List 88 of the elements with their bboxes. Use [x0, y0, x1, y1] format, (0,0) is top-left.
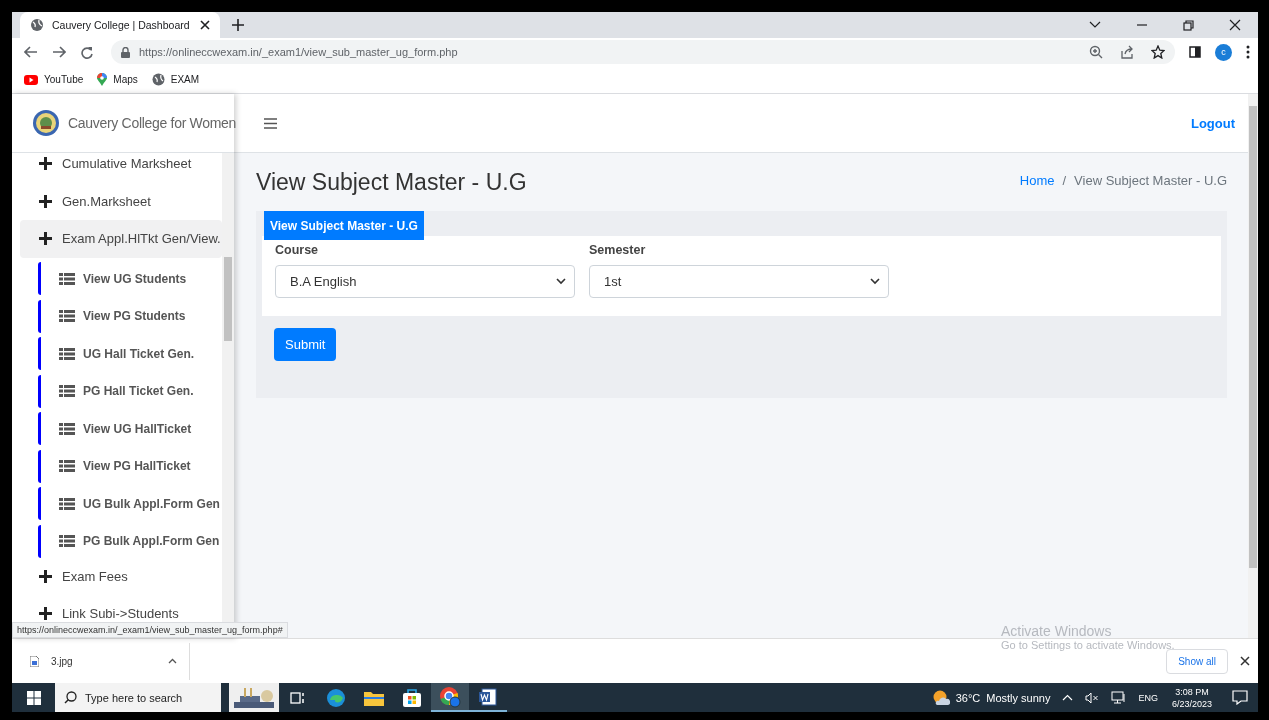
word-icon[interactable]: [479, 687, 497, 706]
submit-button[interactable]: Submit: [274, 328, 337, 361]
reload-icon[interactable]: [80, 45, 93, 59]
select-field[interactable]: 1st: [589, 265, 889, 298]
profile-avatar[interactable]: c: [1215, 43, 1232, 61]
chrome-icon[interactable]: [439, 685, 461, 708]
menu-icon[interactable]: [264, 117, 277, 129]
field-label: Course: [275, 243, 320, 257]
weather-text[interactable]: Mostly sunny: [986, 691, 1051, 704]
field-label: Semester: [589, 243, 647, 257]
menu-item[interactable]: Gen.Marksheet: [12, 182, 222, 220]
restore-icon[interactable]: [1183, 19, 1194, 31]
image-file-icon: [30, 655, 39, 667]
bookmark[interactable]: Maps: [97, 73, 138, 86]
breadcrumb-link[interactable]: Home: [1019, 173, 1055, 188]
list-icon: [59, 460, 75, 472]
list-icon: [59, 535, 75, 547]
forward-arrow-icon[interactable]: [52, 46, 66, 58]
address-bar[interactable]: https://onlineccwexam.in/_exam1/view_sub_master_ug_form.php: [111, 40, 1175, 64]
share-icon[interactable]: [1120, 45, 1134, 59]
page-title: View Subject Master - U.G: [256, 169, 527, 196]
chevron-down-icon: [870, 278, 880, 285]
plus-icon: [39, 157, 52, 171]
play-icon: [24, 74, 38, 85]
weather-sun-cloud-icon[interactable]: [931, 689, 950, 706]
back-arrow-icon[interactable]: [24, 46, 38, 58]
download-item[interactable]: 3.jpg: [12, 642, 190, 680]
select-field[interactable]: B.A English: [275, 265, 575, 298]
logout-link[interactable]: Logout: [1190, 115, 1235, 131]
speaker-muted-icon[interactable]: [1085, 691, 1100, 704]
list-icon: [59, 422, 75, 435]
breadcrumb-separator: /: [1062, 173, 1067, 188]
menu-item[interactable]: Cumulative Marksheet: [12, 153, 222, 183]
college-logo-icon: [32, 109, 60, 137]
globe-icon: [30, 18, 44, 32]
temperature[interactable]: 36°C: [955, 691, 981, 704]
folder-icon[interactable]: [364, 689, 384, 706]
plus-icon[interactable]: [232, 19, 244, 31]
plus-icon: [39, 232, 52, 246]
plus-icon: [39, 194, 52, 208]
star-icon[interactable]: [1151, 45, 1165, 59]
activation-text: Go to Settings to activate Windows.: [1001, 639, 1175, 651]
lock-icon: [121, 46, 130, 58]
list-icon: [59, 272, 75, 285]
windows-start-icon[interactable]: [27, 690, 41, 705]
task-view-icon[interactable]: [290, 690, 306, 705]
browser-tab[interactable]: Cauvery College | Dashboard: [20, 12, 220, 38]
bookmark[interactable]: EXAM: [151, 73, 200, 86]
map-pin-icon: [97, 73, 108, 86]
more-icon[interactable]: [1246, 45, 1250, 59]
close-icon[interactable]: [200, 20, 210, 30]
globe-icon: [151, 73, 165, 86]
search-icon: [64, 691, 77, 704]
breadcrumb-current: View Subject Master - U.G: [1074, 173, 1227, 188]
list-icon: [59, 385, 75, 397]
list-icon: [59, 347, 75, 360]
tab-title: Cauvery College | Dashboard: [52, 19, 191, 31]
language-indicator[interactable]: ENG: [1138, 692, 1158, 703]
side-panel-icon[interactable]: [1189, 46, 1201, 58]
url-text: https://onlineccwexam.in/_exam1/view_sub_master_ug_form.php: [139, 46, 458, 58]
notification-icon[interactable]: [1232, 690, 1248, 705]
plus-icon: [39, 607, 52, 621]
list-icon: [59, 497, 75, 510]
menu-item[interactable]: Exam Fees: [12, 557, 222, 595]
clock-date[interactable]: 6/23/2023: [1171, 697, 1212, 710]
chevron-down-icon: [556, 278, 566, 285]
chevron-up-icon[interactable]: [1062, 694, 1074, 701]
menu-item[interactable]: Exam Appl.HlTkt Gen/View.: [20, 220, 222, 258]
edge-icon[interactable]: [326, 687, 346, 708]
zoom-in-icon[interactable]: [1089, 45, 1103, 59]
activation-title: Activate Windows: [1001, 623, 1113, 639]
store-icon[interactable]: [402, 687, 422, 708]
show-all-button[interactable]: Show all: [1166, 648, 1228, 674]
plus-icon: [39, 569, 52, 583]
machine-drawing[interactable]: [232, 686, 276, 709]
chevron-up-icon: [168, 658, 177, 664]
list-icon: [59, 310, 75, 322]
chevron-down-icon[interactable]: [1089, 21, 1101, 29]
clock-time[interactable]: 3:08 PM: [1175, 685, 1209, 698]
close-icon[interactable]: [1240, 656, 1250, 666]
scrollbar[interactable]: [1248, 94, 1258, 638]
taskbar-search[interactable]: Type here to search: [55, 683, 221, 712]
status-url-tooltip: https://onlineccwexam.in/_exam1/view_sub_master_ug_form.php#: [12, 622, 288, 638]
close-icon[interactable]: [1229, 19, 1241, 31]
network-icon[interactable]: [1111, 691, 1127, 704]
card-tab[interactable]: View Subject Master - U.G: [264, 211, 424, 240]
bookmark[interactable]: YouTube: [24, 74, 84, 85]
brand-name[interactable]: Cauvery College for Women: [68, 115, 237, 131]
